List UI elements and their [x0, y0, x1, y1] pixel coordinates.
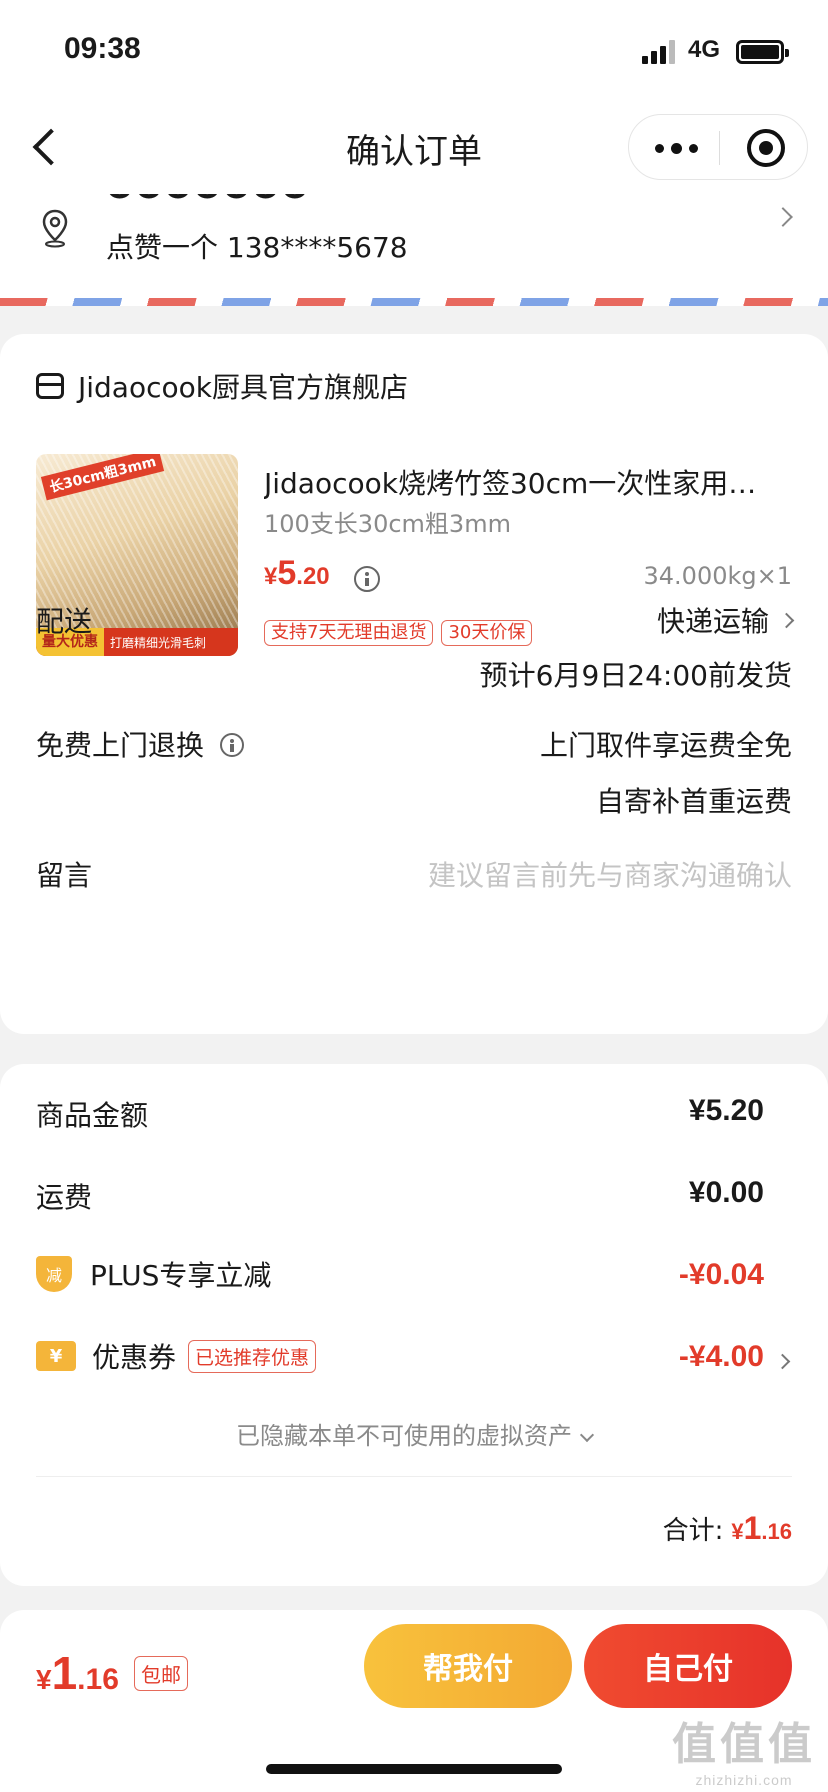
plus-discount-icon: 减: [36, 1256, 72, 1292]
product-weight-qty: 34.000kg×1: [643, 562, 793, 590]
coupon-row[interactable]: ¥ 优惠券 已选推荐优惠: [36, 1336, 317, 1376]
tag-price-protect: 30天价保: [441, 620, 533, 646]
chevron-right-icon: [773, 207, 793, 227]
status-bar: 09:38 4G: [0, 0, 828, 100]
self-pay-button[interactable]: 自己付: [584, 1624, 792, 1708]
address-contact: 点赞一个 138****5678: [106, 231, 408, 264]
total-decimal: .16: [761, 1519, 792, 1544]
store-name: Jidaocook厨具官方旗舰店: [78, 371, 408, 404]
coupon-icon: ¥: [36, 1341, 76, 1371]
store-header[interactable]: Jidaocook厨具官方旗舰店: [36, 366, 408, 406]
tag-7day-return: 支持7天无理由退货: [264, 620, 434, 646]
chevron-right-icon: [778, 612, 795, 628]
return-info-line1: 上门取件享运费全免: [539, 729, 792, 762]
price-currency: ¥: [264, 563, 278, 590]
free-return-label: 免费上门退换: [36, 729, 205, 762]
watermark: 值值值 zhizhizhi.com: [672, 1708, 816, 1788]
price-integer: 5: [277, 554, 297, 592]
plus-discount-label: PLUS专享立减: [90, 1259, 272, 1292]
total-integer: 1: [743, 1510, 762, 1546]
coupon-value[interactable]: -¥4.00: [679, 1340, 764, 1374]
chevron-down-icon: [579, 1427, 595, 1443]
goods-amount-value: ¥5.20: [688, 1094, 764, 1127]
product-title[interactable]: Jidaocook烧烤竹签30cm一次性家用烧烤工具: [264, 462, 784, 502]
checkout-bar: ¥ 1 .16 包邮 帮我付 自己付 值值值 zhizhizhi.com: [0, 1610, 828, 1792]
price-decimal: .20: [296, 563, 330, 590]
address-name: OOOOOOO: [106, 194, 310, 206]
home-indicator[interactable]: [266, 1764, 562, 1774]
close-miniprogram-icon[interactable]: [747, 129, 785, 167]
help-pay-button[interactable]: 帮我付: [364, 1624, 572, 1708]
miniprogram-capsule: [628, 114, 808, 180]
network-label: 4G: [688, 36, 721, 63]
checkout-currency: ¥: [36, 1664, 52, 1695]
coupon-recommended-tag: 已选推荐优惠: [188, 1339, 317, 1373]
delivery-method-row[interactable]: 快递运输: [656, 600, 795, 640]
plus-discount-value: -¥0.04: [678, 1258, 764, 1291]
delivery-label: 配送: [36, 605, 93, 638]
status-time: 09:38: [64, 32, 141, 65]
image-badge-feature: 打磨精细光滑毛刺: [110, 635, 207, 650]
address-section[interactable]: OOOOOOO 点赞一个 138****5678: [0, 194, 828, 306]
goods-amount-label: 商品金额: [36, 1099, 149, 1132]
shipping-value: ¥0.00: [688, 1176, 764, 1209]
note-input[interactable]: 建议留言前先与商家沟通确认: [428, 854, 792, 894]
plus-discount-row: 减 PLUS专享立减: [36, 1254, 271, 1294]
nav-bar: 确认订单: [0, 100, 828, 194]
watermark-text: 值值值: [672, 1719, 816, 1770]
shipping-label: 运费: [36, 1181, 93, 1214]
more-icon[interactable]: [653, 133, 701, 163]
price-info-icon[interactable]: [354, 566, 380, 592]
location-pin-icon: [42, 209, 68, 248]
hidden-assets-toggle[interactable]: 已隐藏本单不可使用的虚拟资产: [0, 1416, 828, 1451]
checkout-price: ¥ 1 .16: [36, 1646, 119, 1700]
airmail-stripe: [0, 298, 828, 306]
service-tags: 支持7天无理由退货 30天价保: [264, 620, 533, 646]
store-icon: [36, 373, 64, 399]
return-info-icon[interactable]: [220, 733, 245, 757]
store-order-card: Jidaocook厨具官方旗舰店 长30cm粗3mm 量大优惠 打磨精细光滑毛刺…: [0, 334, 828, 1034]
product-price: ¥ 5 .20: [264, 554, 330, 593]
total-price: ¥ 1 .16: [731, 1510, 792, 1547]
capsule-divider: [719, 131, 720, 165]
return-info-line2: 自寄补首重运费: [595, 785, 792, 818]
hidden-assets-text: 已隐藏本单不可使用的虚拟资产: [236, 1422, 572, 1450]
product-spec: 100支长30cm粗3mm: [264, 510, 511, 538]
chevron-right-icon: [774, 1353, 791, 1370]
delivery-eta: 预计6月9日24:00前发货: [479, 659, 792, 692]
total-currency: ¥: [731, 1519, 744, 1544]
note-label: 留言: [36, 859, 93, 892]
free-return-row: 免费上门退换: [36, 724, 245, 764]
free-shipping-badge: 包邮: [134, 1656, 188, 1691]
divider: [36, 1476, 792, 1477]
price-summary-card: 商品金额 ¥5.20 运费 ¥0.00 减 PLUS专享立减 -¥0.04 ¥ …: [0, 1064, 828, 1586]
watermark-url: zhizhizhi.com: [695, 1772, 793, 1788]
checkout-decimal: .16: [77, 1663, 119, 1696]
signal-icon: [642, 40, 676, 64]
coupon-label: 优惠券: [92, 1341, 177, 1374]
total-label: 合计:: [662, 1516, 724, 1546]
delivery-method: 快递运输: [656, 605, 769, 638]
checkout-integer: 1: [51, 1647, 78, 1699]
battery-icon: [736, 40, 789, 64]
total-row: 合计: ¥ 1 .16: [663, 1510, 792, 1547]
